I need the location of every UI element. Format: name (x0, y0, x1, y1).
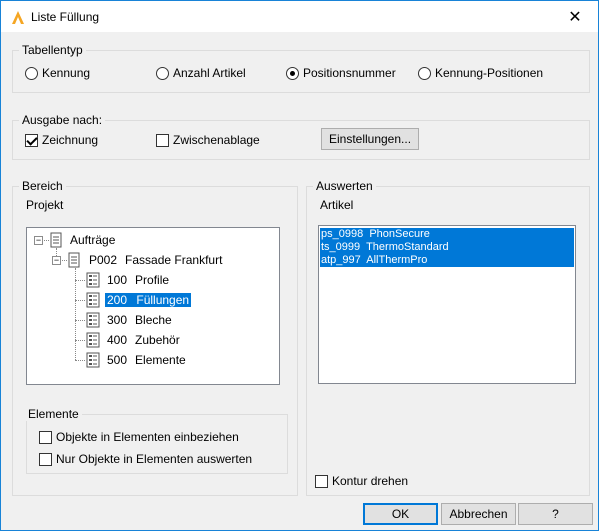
radio-circle-selected[interactable] (286, 66, 299, 80)
item-code: ts_0999 (321, 241, 361, 253)
radio-kennung[interactable]: Kennung (25, 66, 90, 80)
list-document-icon (86, 272, 100, 288)
group-label-auswerten: Auswerten (313, 179, 376, 193)
check-einbeziehen[interactable]: Objekte in Elementen einbeziehen (39, 430, 239, 444)
document-icon (68, 252, 80, 268)
tree-label-name: Zubehör (135, 333, 180, 347)
group-label-tabellentyp: Tabellentyp (19, 43, 86, 57)
tree-label-code: 300 (107, 313, 128, 327)
tree-node-500[interactable]: 500 Elemente (86, 351, 186, 369)
tree-node-100[interactable]: 100 Profile (86, 271, 169, 289)
title-bar: Liste Füllung ✕ (0, 0, 599, 32)
list-document-icon (86, 352, 100, 368)
tree-connector (75, 340, 85, 341)
check-nur-auswerten[interactable]: Nur Objekte in Elementen auswerten (39, 452, 252, 466)
tree-label-name: Fassade Frankfurt (125, 253, 223, 267)
check-label: Objekte in Elementen einbeziehen (56, 430, 239, 444)
tree-label-name: Bleche (135, 313, 172, 327)
radio-circle[interactable] (25, 66, 38, 80)
item-name: ThermoStandard (366, 241, 449, 253)
project-tree[interactable]: − Aufträge − P002 Fassade Frankfurt 100 … (26, 227, 280, 385)
tree-label-code: 400 (107, 333, 128, 347)
tree-node-300[interactable]: 300 Bleche (86, 311, 172, 329)
check-zeichnung[interactable]: Zeichnung (25, 133, 98, 147)
radio-circle[interactable] (156, 66, 169, 80)
tree-label-code: 100 (107, 273, 128, 287)
tree-connector (75, 268, 76, 360)
radio-label: Kennung-Positionen (435, 66, 544, 80)
check-label: Zeichnung (42, 133, 99, 147)
projekt-label: Projekt (26, 198, 64, 212)
close-button[interactable]: ✕ (552, 1, 598, 32)
app-logo-icon (12, 11, 24, 24)
help-button[interactable]: ? (518, 503, 593, 525)
tree-connector (75, 300, 85, 301)
item-code: ps_0998 (321, 228, 364, 240)
artikel-label: Artikel (320, 198, 354, 212)
document-icon (50, 232, 62, 248)
list-item[interactable]: atp_997 AllThermPro (320, 254, 574, 267)
tree-node-root[interactable]: Aufträge (49, 231, 115, 249)
item-name: PhonSecure (369, 228, 430, 240)
tree-connector (75, 360, 85, 361)
tree-label-name: Elemente (135, 353, 186, 367)
radio-anzahl-artikel[interactable]: Anzahl Artikel (156, 66, 246, 80)
check-label: Zwischenablage (173, 133, 260, 147)
window-title: Liste Füllung (31, 10, 100, 24)
cancel-button[interactable]: Abbrechen (441, 503, 516, 525)
artikel-list[interactable]: ps_0998 PhonSecure ts_0999 ThermoStandar… (318, 225, 576, 384)
tree-connector (75, 280, 85, 281)
radio-label: Positionsnummer (303, 66, 396, 80)
close-icon: ✕ (568, 8, 582, 26)
list-document-icon (86, 292, 100, 308)
tree-label-name: Füllungen (136, 293, 190, 307)
group-label-ausgabe: Ausgabe nach: (19, 113, 106, 127)
checkbox-checked[interactable] (25, 133, 38, 147)
list-document-icon (86, 312, 100, 328)
tree-selection: 200 Füllungen (105, 293, 192, 307)
checkbox[interactable] (315, 474, 328, 488)
check-zwischenablage[interactable]: Zwischenablage (156, 133, 260, 147)
radio-kennung-positionen[interactable]: Kennung-Positionen (418, 66, 543, 80)
check-kontur-drehen[interactable]: Kontur drehen (315, 474, 408, 488)
ok-button[interactable]: OK (363, 503, 438, 525)
tree-label-name: Profile (135, 273, 170, 287)
item-code: atp_997 (321, 254, 361, 266)
tree-node-project[interactable]: P002 Fassade Frankfurt (67, 251, 222, 269)
collapse-toggle-icon[interactable]: − (52, 256, 61, 265)
list-item[interactable]: ts_0999 ThermoStandard (320, 241, 574, 254)
list-document-icon (86, 332, 100, 348)
einstellungen-button[interactable]: Einstellungen... (321, 128, 419, 150)
checkbox[interactable] (39, 430, 52, 444)
radio-label: Anzahl Artikel (173, 66, 246, 80)
radio-label: Kennung (42, 66, 91, 80)
check-label: Kontur drehen (332, 474, 409, 488)
tree-node-400[interactable]: 400 Zubehör (86, 331, 180, 349)
group-label-elemente: Elemente (25, 407, 82, 421)
tree-connector (75, 320, 85, 321)
item-name: AllThermPro (366, 254, 428, 266)
list-item[interactable]: ps_0998 PhonSecure (320, 228, 574, 241)
tree-node-200[interactable]: 200 Füllungen (86, 291, 192, 309)
group-ausgabe: Ausgabe nach: (12, 113, 590, 160)
radio-circle[interactable] (418, 66, 431, 80)
tree-label: Aufträge (70, 233, 116, 247)
collapse-toggle-icon[interactable]: − (34, 236, 43, 245)
group-label-bereich: Bereich (19, 179, 66, 193)
tree-label-code: 500 (107, 353, 128, 367)
tree-label-code: 200 (107, 293, 128, 307)
checkbox[interactable] (39, 452, 52, 466)
radio-positionsnummer[interactable]: Positionsnummer (286, 66, 396, 80)
check-label: Nur Objekte in Elementen auswerten (56, 452, 253, 466)
tree-label-code: P002 (89, 253, 118, 267)
checkbox[interactable] (156, 133, 169, 147)
